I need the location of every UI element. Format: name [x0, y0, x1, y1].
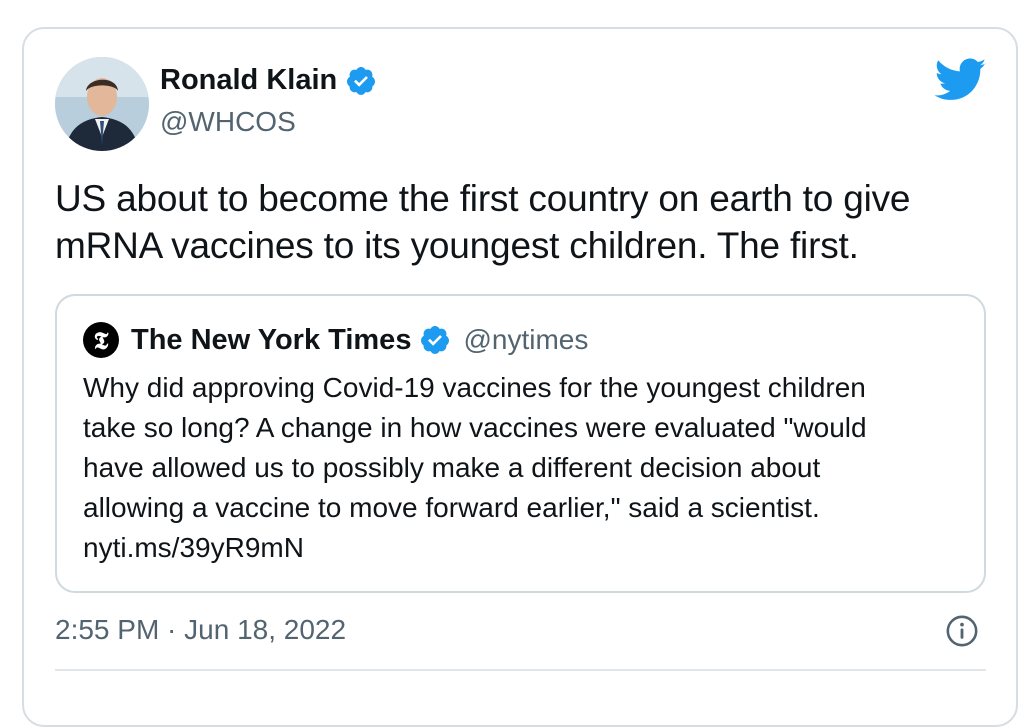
tweet-text-line: US about to become the first country on … — [55, 178, 911, 219]
author-name-text[interactable]: Ronald Klain — [160, 64, 337, 97]
verified-badge-icon — [421, 326, 450, 354]
nyt-logo-icon: 𝕿 — [83, 322, 119, 358]
divider — [55, 669, 986, 671]
quoted-link[interactable]: nyti.ms/39yR9mN — [83, 528, 973, 568]
twitter-bird-icon[interactable] — [935, 58, 987, 102]
quoted-text-line: take so long? A change in how vaccines w… — [83, 412, 867, 443]
author-name[interactable]: Ronald Klain — [160, 64, 377, 97]
tweet-text-line: mRNA vaccines to its youngest children. … — [55, 225, 859, 266]
quoted-tweet[interactable]: 𝕿 The New York Times @nytimes Why did ap… — [55, 294, 986, 593]
quoted-tweet-text: Why did approving Covid-19 vaccines for … — [83, 368, 973, 568]
tweet-text: US about to become the first country on … — [55, 175, 1015, 269]
author-avatar[interactable] — [55, 57, 149, 151]
verified-badge-icon — [347, 66, 376, 95]
info-icon[interactable] — [945, 614, 979, 648]
quoted-author-name: The New York Times — [131, 323, 412, 356]
quoted-text-line: have allowed us to possibly make a diffe… — [83, 452, 821, 483]
quoted-tweet-header: 𝕿 The New York Times @nytimes — [83, 322, 588, 358]
quoted-text-line: Why did approving Covid-19 vaccines for … — [83, 372, 866, 403]
quoted-author-handle: @nytimes — [463, 324, 589, 355]
author-handle[interactable]: @WHCOS — [160, 106, 296, 138]
tweet-timestamp[interactable]: 2:55 PM · Jun 18, 2022 — [55, 614, 346, 646]
quoted-text-line: allowing a vaccine to move forward earli… — [83, 492, 820, 523]
